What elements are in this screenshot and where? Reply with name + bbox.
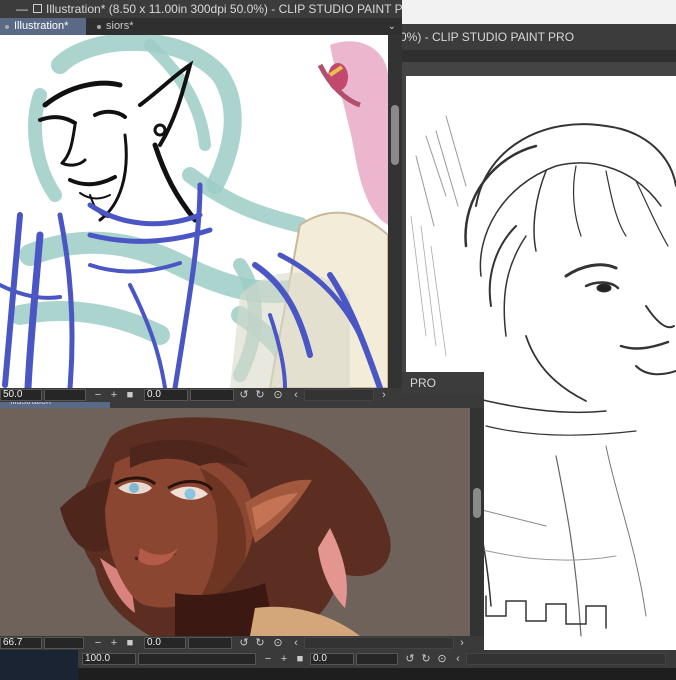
painting-vscroll[interactable] bbox=[470, 408, 484, 636]
illustration-rotate-field[interactable]: 0.0 bbox=[144, 389, 188, 401]
window-illustration: — Illustration* (8.50 x 11.00in 300dpi 5… bbox=[0, 0, 402, 402]
tab-illustration[interactable]: Illustration* bbox=[0, 18, 86, 35]
painting-rotate-field[interactable]: 0.0 bbox=[144, 637, 186, 649]
bottom-rotate-left-icon[interactable]: ↺ bbox=[404, 652, 416, 666]
illustration-zoom-field[interactable]: 50.0 bbox=[0, 389, 42, 401]
painting-canvas[interactable] bbox=[0, 408, 470, 636]
bottom-reset-rotate-icon[interactable]: ⊙ bbox=[436, 652, 448, 666]
painting-zoom-slider[interactable] bbox=[44, 637, 84, 649]
painting-zoom-out-button[interactable]: − bbox=[92, 636, 104, 650]
bottom-hscroll[interactable] bbox=[466, 653, 666, 665]
illustration-zoom-out-button[interactable]: − bbox=[92, 388, 104, 402]
maximize-icon[interactable] bbox=[33, 4, 42, 13]
window-illustration-tabbar: Illustration* siors* ⌄ bbox=[0, 18, 402, 35]
bottom-statusbar: 100.0 − + ■ 0.0 ↺ ↻ ⊙ ‹ bbox=[78, 652, 676, 666]
painting-reset-rotate-icon[interactable]: ⊙ bbox=[272, 636, 284, 650]
bottom-fit-button[interactable]: ■ bbox=[294, 652, 306, 666]
window-bottom: 100.0 − + ■ 0.0 ↺ ↻ ⊙ ‹ bbox=[78, 650, 676, 680]
illustration-fit-button[interactable]: ■ bbox=[124, 388, 136, 402]
illustration-rotate-slider[interactable] bbox=[190, 389, 234, 401]
tab-menu-chevron-icon[interactable]: ⌄ bbox=[388, 18, 396, 35]
painting-rotate-left-icon[interactable]: ↺ bbox=[238, 636, 250, 650]
minimize-icon[interactable]: — bbox=[16, 0, 28, 18]
illustration-scroll-right-icon[interactable]: › bbox=[378, 388, 390, 402]
tab-modified-dot-icon bbox=[97, 25, 101, 29]
illustration-scroll-left-icon[interactable]: ‹ bbox=[290, 388, 302, 402]
window-illustration-title: Illustration* (8.50 x 11.00in 300dpi 50.… bbox=[46, 2, 402, 16]
desktop-strip bbox=[78, 668, 676, 680]
illustration-hscroll[interactable] bbox=[304, 389, 374, 401]
painting-hscroll[interactable] bbox=[304, 637, 454, 649]
window-painting-title: PRO bbox=[410, 376, 437, 390]
window-illustration-titlebar[interactable]: — Illustration* (8.50 x 11.00in 300dpi 5… bbox=[0, 0, 402, 18]
illustration-zoom-slider[interactable] bbox=[44, 389, 86, 401]
painting-vscroll-thumb[interactable] bbox=[473, 488, 481, 518]
illustration-rotate-left-icon[interactable]: ↺ bbox=[238, 388, 250, 402]
painting-scroll-right-icon[interactable]: › bbox=[456, 636, 468, 650]
desktop-background bbox=[0, 650, 78, 680]
bottom-zoom-out-button[interactable]: − bbox=[262, 652, 274, 666]
window-sketch-title: 0%) - CLIP STUDIO PAINT PRO bbox=[400, 30, 575, 44]
painting-zoom-in-button[interactable]: + bbox=[108, 636, 120, 650]
bottom-scroll-left-icon[interactable]: ‹ bbox=[452, 652, 464, 666]
window-sketch-tabbar bbox=[388, 50, 676, 62]
window-painting: PRO Illustration* bbox=[0, 372, 484, 650]
tab-modified-dot-icon bbox=[5, 25, 9, 29]
bottom-zoom-in-button[interactable]: + bbox=[278, 652, 290, 666]
bottom-rotate-slider[interactable] bbox=[356, 653, 398, 665]
painting-zoom-field[interactable]: 66.7 bbox=[0, 637, 42, 649]
illustration-reset-rotate-icon[interactable]: ⊙ bbox=[272, 388, 284, 402]
tab-siors[interactable]: siors* bbox=[92, 18, 178, 35]
illustration-rotate-right-icon[interactable]: ↻ bbox=[254, 388, 266, 402]
illustration-vscroll[interactable] bbox=[388, 35, 402, 388]
painting-artwork bbox=[60, 417, 391, 636]
bottom-rotate-right-icon[interactable]: ↻ bbox=[420, 652, 432, 666]
painting-rotate-slider[interactable] bbox=[188, 637, 232, 649]
illustration-zoom-in-button[interactable]: + bbox=[108, 388, 120, 402]
illustration-vscroll-thumb[interactable] bbox=[391, 105, 399, 165]
painting-rotate-right-icon[interactable]: ↻ bbox=[254, 636, 266, 650]
illustration-canvas[interactable] bbox=[0, 35, 388, 388]
window-sketch-titlebar[interactable]: 0%) - CLIP STUDIO PAINT PRO bbox=[388, 24, 676, 50]
painting-fit-button[interactable]: ■ bbox=[124, 636, 136, 650]
painting-scroll-left-icon[interactable]: ‹ bbox=[290, 636, 302, 650]
bottom-zoom-field[interactable]: 100.0 bbox=[82, 653, 136, 665]
illustration-artwork bbox=[0, 35, 388, 388]
bottom-rotate-field[interactable]: 0.0 bbox=[310, 653, 354, 665]
bottom-zoom-slider[interactable] bbox=[138, 653, 256, 665]
desktop-top-strip bbox=[402, 0, 676, 24]
illustration-statusbar: 50.0 − + ■ 0.0 ↺ ↻ ⊙ ‹ › bbox=[0, 388, 402, 402]
painting-statusbar: 66.7 − + ■ 0.0 ↺ ↻ ⊙ ‹ › bbox=[0, 636, 484, 650]
